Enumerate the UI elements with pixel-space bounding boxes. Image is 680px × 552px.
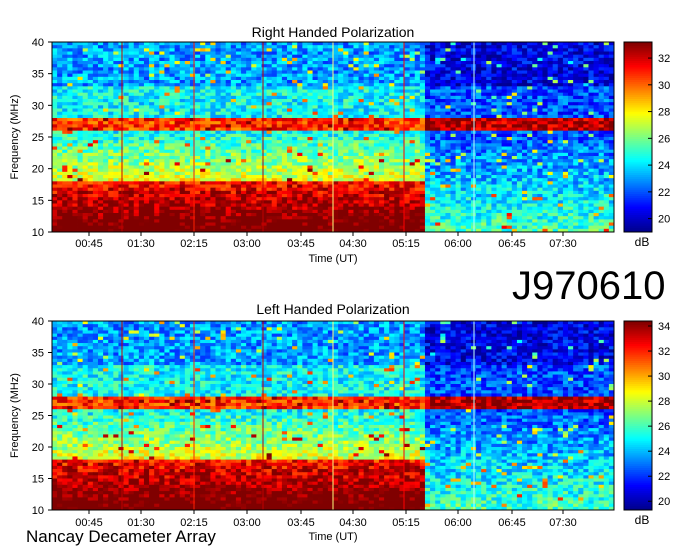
y-tick-label: 15: [32, 195, 44, 207]
y-tick-label: 10: [32, 227, 44, 239]
colorbar-tick-label: 22: [658, 187, 670, 199]
y-axis-label: Frequency (MHz): [9, 373, 21, 458]
colorbar-tick-label: 32: [658, 53, 670, 65]
x-tick-label: 05:15: [392, 238, 420, 250]
colorbar-tick-label: 30: [658, 371, 670, 383]
x-tick-label: 06:45: [498, 517, 526, 529]
x-tick-label: 03:00: [233, 238, 261, 250]
y-tick-label: 30: [32, 100, 44, 112]
x-tick-label: 07:30: [549, 238, 577, 250]
instrument-credit: Nancay Decameter Array: [26, 527, 216, 546]
spectrogram-panel-1: Right Handed Polarization 10 15 20 25 30 35 40 F…: [9, 24, 670, 265]
colorbar-tick-label: 34: [658, 321, 670, 333]
y-tick-label: 35: [32, 69, 44, 81]
y-tick-label: 25: [32, 132, 44, 144]
y-tick-label: 10: [32, 505, 44, 517]
observation-id: J970610: [512, 264, 666, 308]
x-tick-label: 01:30: [127, 238, 155, 250]
y-tick-label: 15: [32, 474, 44, 486]
x-axis-label: Time (UT): [308, 531, 357, 543]
colorbar: 20 22 24 26 28 30 32 dB: [623, 41, 670, 249]
x-tick-label: 03:45: [287, 238, 315, 250]
y-tick-label: 40: [32, 316, 44, 328]
x-tick-label: 02:15: [180, 238, 208, 250]
x-tick-label: 04:30: [339, 238, 367, 250]
colorbar-tick-label: 24: [658, 160, 670, 172]
x-tick-label: 06:00: [444, 238, 472, 250]
y-tick-label: 40: [32, 37, 44, 49]
y-tick-label: 20: [32, 442, 44, 454]
colorbar-tick-label: 20: [658, 214, 670, 226]
colorbar-tick-label: 28: [658, 107, 670, 119]
x-tick-label: 06:45: [498, 238, 526, 250]
colorbar-tick-label: 32: [658, 346, 670, 358]
colorbar-tick-label: 28: [658, 396, 670, 408]
x-tick-label: 03:45: [287, 517, 315, 529]
x-axis-label: Time (UT): [308, 253, 357, 265]
colorbar-unit-label: dB: [635, 235, 650, 249]
colorbar-tick-label: 30: [658, 80, 670, 92]
x-tick-label: 03:00: [233, 517, 261, 529]
y-axis-label: Frequency (MHz): [9, 95, 21, 180]
panel-title: Left Handed Polarization: [256, 301, 409, 317]
colorbar: 20 22 24 26 28 30 32 34 dB: [623, 320, 670, 527]
x-tick-label: 00:45: [75, 238, 103, 250]
y-tick-label: 25: [32, 411, 44, 423]
x-tick-label: 07:30: [549, 517, 577, 529]
x-tick-label: 06:00: [444, 517, 472, 529]
colorbar-tick-label: 26: [658, 133, 670, 145]
spectrogram-panel-2: Left Handed Polarization 10 15 20 25 30 35 40 Fr…: [9, 301, 670, 543]
colorbar-tick-label: 24: [658, 446, 670, 458]
x-tick-label: 05:15: [392, 517, 420, 529]
y-tick-label: 30: [32, 379, 44, 391]
panel-title: Right Handed Polarization: [252, 24, 415, 40]
colorbar-unit-label: dB: [635, 513, 650, 527]
x-tick-label: 04:30: [339, 517, 367, 529]
colorbar-tick-label: 22: [658, 471, 670, 483]
y-tick-label: 35: [32, 348, 44, 360]
y-tick-label: 20: [32, 164, 44, 176]
colorbar-tick-label: 20: [658, 496, 670, 508]
colorbar-tick-label: 26: [658, 421, 670, 433]
